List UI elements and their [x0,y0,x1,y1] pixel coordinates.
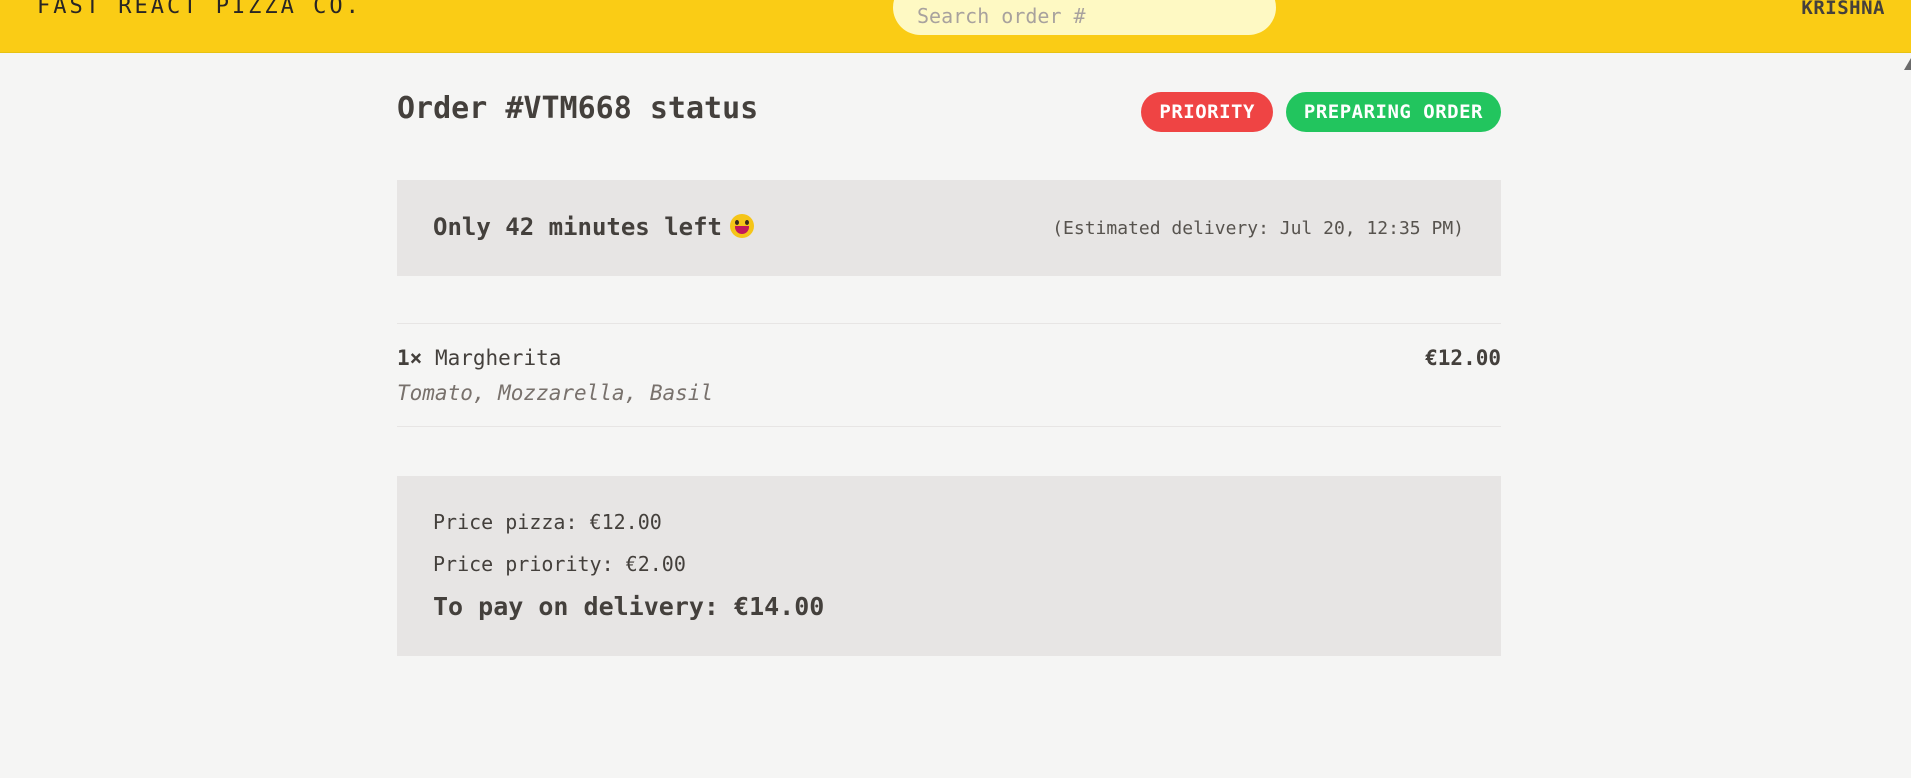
price-priority: Price priority: €2.00 [433,552,686,576]
countdown-text-row: Only 42 minutes left [433,213,754,241]
item-ingredients: Tomato, Mozzarella, Basil [397,381,714,405]
price-summary-panel: Price pizza: €12.00 Price priority: €2.0… [397,476,1501,656]
item-name: Margherita [434,346,562,370]
item-line: 1× Margherita [397,346,561,370]
app-header: FAST REACT PIZZA CO. KRISHNA [0,0,1911,53]
logo-link[interactable]: FAST REACT PIZZA CO. [37,0,362,19]
order-items-list: 1× Margherita €12.00 Tomato, Mozzarella,… [397,323,1501,427]
order-title: Order #VTM668 status [397,91,759,126]
to-pay-on-delivery: To pay on delivery: €14.00 [433,592,825,621]
estimated-delivery: (Estimated delivery: Jul 20, 12:35 PM) [1052,218,1464,239]
grinning-face-icon [729,214,754,238]
priority-badge: PRIORITY [1141,92,1273,132]
username: KRISHNA [1801,0,1885,19]
price-pizza: Price pizza: €12.00 [433,510,662,534]
order-status-badge: PREPARING ORDER [1285,92,1501,132]
delivery-countdown-panel: Only 42 minutes left (Estimated delivery… [397,180,1501,276]
scrollbar-up-arrow[interactable] [1904,58,1911,70]
item-quantity: 1× [397,346,423,370]
search-order-input[interactable] [893,0,1276,35]
status-badges: PRIORITY PREPARING ORDER [1141,92,1501,132]
countdown-text: Only 42 minutes left [433,213,722,241]
item-price: €12.00 [1425,346,1501,370]
